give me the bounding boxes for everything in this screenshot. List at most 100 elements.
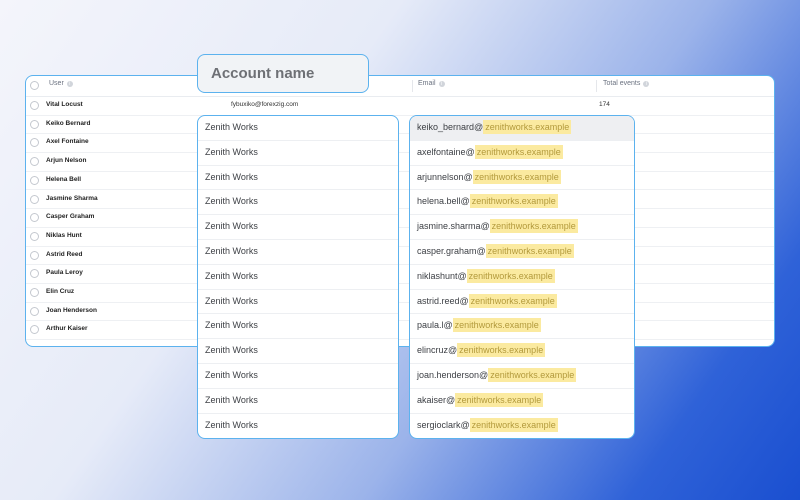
table-row[interactable]: Arthur Kaiser <box>26 320 774 341</box>
table-row[interactable]: Vital Locust fybuxiko@forexzig.com 174 <box>26 96 774 116</box>
info-icon: i <box>66 80 73 87</box>
email-item[interactable]: paula.l@ zenithworks.example <box>410 314 634 340</box>
account-name-item[interactable]: Zenith Works <box>198 389 398 414</box>
email-domain-highlight: zenithworks.example <box>474 144 563 159</box>
email-domain-highlight: zenithworks.example <box>469 417 558 432</box>
account-name-label: Account name <box>197 54 369 93</box>
column-header-total-events-label: Total events <box>603 80 641 87</box>
row-checkbox[interactable] <box>30 269 39 279</box>
account-name-item[interactable]: Zenith Works <box>198 314 398 340</box>
row-checkbox[interactable] <box>30 101 39 110</box>
account-email-cell: fybuxiko@forexzig.com <box>231 101 299 108</box>
email-domain-highlight: zenithworks.example <box>457 343 546 358</box>
account-name-item[interactable]: Zenith Works <box>198 215 398 240</box>
email-item[interactable]: jasmine.sharma@ zenithworks.example <box>410 215 634 240</box>
email-local-part: joan.henderson@ <box>417 370 489 380</box>
email-domain-highlight: zenithworks.example <box>469 194 558 209</box>
table-row[interactable]: Niklas Hunt <box>26 227 774 247</box>
email-item[interactable]: sergioclark@ zenithworks.example <box>410 414 634 438</box>
account-name-item[interactable]: Zenith Works <box>198 414 398 438</box>
column-divider <box>596 80 597 92</box>
table-row[interactable]: Keiko Bernard <box>26 115 774 135</box>
email-item[interactable]: elincruz@ zenithworks.example <box>410 339 634 364</box>
table-row[interactable]: Jasmine Sharma <box>26 190 774 210</box>
table-row[interactable]: Helena Bell <box>26 171 774 191</box>
select-all-checkbox[interactable] <box>30 81 39 90</box>
email-local-part: casper.graham@ <box>417 246 486 256</box>
row-checkbox[interactable] <box>30 288 39 297</box>
column-header-email-label: Email <box>418 80 436 87</box>
row-checkbox[interactable] <box>30 213 39 223</box>
info-icon: i <box>643 80 650 87</box>
account-name-item[interactable]: Zenith Works <box>198 339 398 364</box>
email-domain-highlight: zenithworks.example <box>472 169 561 184</box>
email-item[interactable]: joan.henderson@ zenithworks.example <box>410 364 634 389</box>
row-checkbox[interactable] <box>30 157 39 167</box>
email-local-part: arjunnelson@ <box>417 171 473 182</box>
table-row[interactable]: Joan Henderson <box>26 302 774 322</box>
email-local-part: jasmine.sharma@ <box>417 221 490 232</box>
column-header-total-events[interactable]: Total events i <box>603 80 650 87</box>
row-checkbox[interactable] <box>30 119 39 129</box>
email-domain-highlight: zenithworks.example <box>483 120 572 134</box>
user-name: Axel Fontaine <box>46 138 89 146</box>
user-name: Keiko Bernard <box>46 119 91 127</box>
email-item[interactable]: keiko_bernard@ zenithworks.example <box>410 116 634 141</box>
row-checkbox[interactable] <box>30 194 39 204</box>
email-item[interactable]: akaiser@ zenithworks.example <box>410 389 634 414</box>
account-name-item[interactable]: Zenith Works <box>198 166 398 191</box>
email-local-part: keiko_bernard@ <box>417 122 484 132</box>
user-name: Paula Leroy <box>46 269 83 277</box>
account-name-item[interactable]: Zenith Works <box>198 190 398 216</box>
user-name: Joan Henderson <box>46 306 97 314</box>
email-domain-highlight: zenithworks.example <box>452 318 541 333</box>
email-domain-highlight: zenithworks.example <box>485 244 574 258</box>
user-name: Jasmine Sharma <box>46 194 98 202</box>
table-header: User i Email i Total events i <box>26 76 774 97</box>
account-name-item[interactable]: Zenith Works <box>198 141 398 166</box>
account-name-item[interactable]: Zenith Works <box>198 290 398 315</box>
user-name: Arthur Kaiser <box>46 325 88 333</box>
email-item[interactable]: casper.graham@ zenithworks.example <box>410 240 634 265</box>
table-row[interactable]: Arjun Nelson <box>26 152 774 172</box>
email-list: keiko_bernard@ zenithworks.example axelfon… <box>409 115 635 439</box>
account-name-item[interactable]: Zenith Works <box>198 364 398 389</box>
email-local-part: elincruz@ <box>417 345 458 356</box>
row-checkbox[interactable] <box>30 138 39 148</box>
email-domain-highlight: zenithworks.example <box>455 392 544 407</box>
info-icon: i <box>438 80 445 87</box>
row-checkbox[interactable] <box>30 175 39 185</box>
column-header-user-label: User <box>49 80 64 87</box>
table-row[interactable]: Elin Cruz <box>26 283 774 303</box>
email-local-part: akaiser@ <box>417 394 456 405</box>
email-domain-highlight: zenithworks.example <box>466 268 555 283</box>
column-header-email[interactable]: Email i <box>418 80 445 87</box>
row-checkbox[interactable] <box>30 231 39 241</box>
email-domain-highlight: zenithworks.example <box>468 293 557 308</box>
table-row[interactable]: Paula Leroy <box>26 264 774 284</box>
users-table: User i Email i Total events i Vital Locu… <box>25 75 775 347</box>
user-name: Niklas Hunt <box>46 231 82 239</box>
table-row[interactable]: Axel Fontaine <box>26 133 774 154</box>
email-item[interactable]: axelfontaine@ zenithworks.example <box>410 141 634 166</box>
account-name-item[interactable]: Zenith Works <box>198 265 398 290</box>
column-header-user[interactable]: User i <box>49 80 73 87</box>
user-name: Casper Graham <box>46 213 95 221</box>
table-row[interactable]: Astrid Reed <box>26 246 774 266</box>
account-name-item[interactable]: Zenith Works <box>198 240 398 265</box>
row-checkbox[interactable] <box>30 250 39 260</box>
account-name-item[interactable]: Zenith Works <box>198 116 398 141</box>
user-name: Astrid Reed <box>46 250 83 258</box>
row-checkbox[interactable] <box>30 306 39 316</box>
user-name: Elin Cruz <box>46 288 75 295</box>
email-item[interactable]: astrid.reed@ zenithworks.example <box>410 290 634 315</box>
email-item[interactable]: niklashunt@ zenithworks.example <box>410 265 634 290</box>
email-local-part: axelfontaine@ <box>417 146 475 157</box>
column-divider <box>412 80 413 92</box>
email-local-part: helena.bell@ <box>417 196 470 207</box>
table-row[interactable]: Casper Graham <box>26 208 774 228</box>
row-checkbox[interactable] <box>30 325 39 335</box>
email-item[interactable]: arjunnelson@ zenithworks.example <box>410 166 634 191</box>
email-item[interactable]: helena.bell@ zenithworks.example <box>410 190 634 216</box>
email-domain-highlight: zenithworks.example <box>488 368 577 382</box>
